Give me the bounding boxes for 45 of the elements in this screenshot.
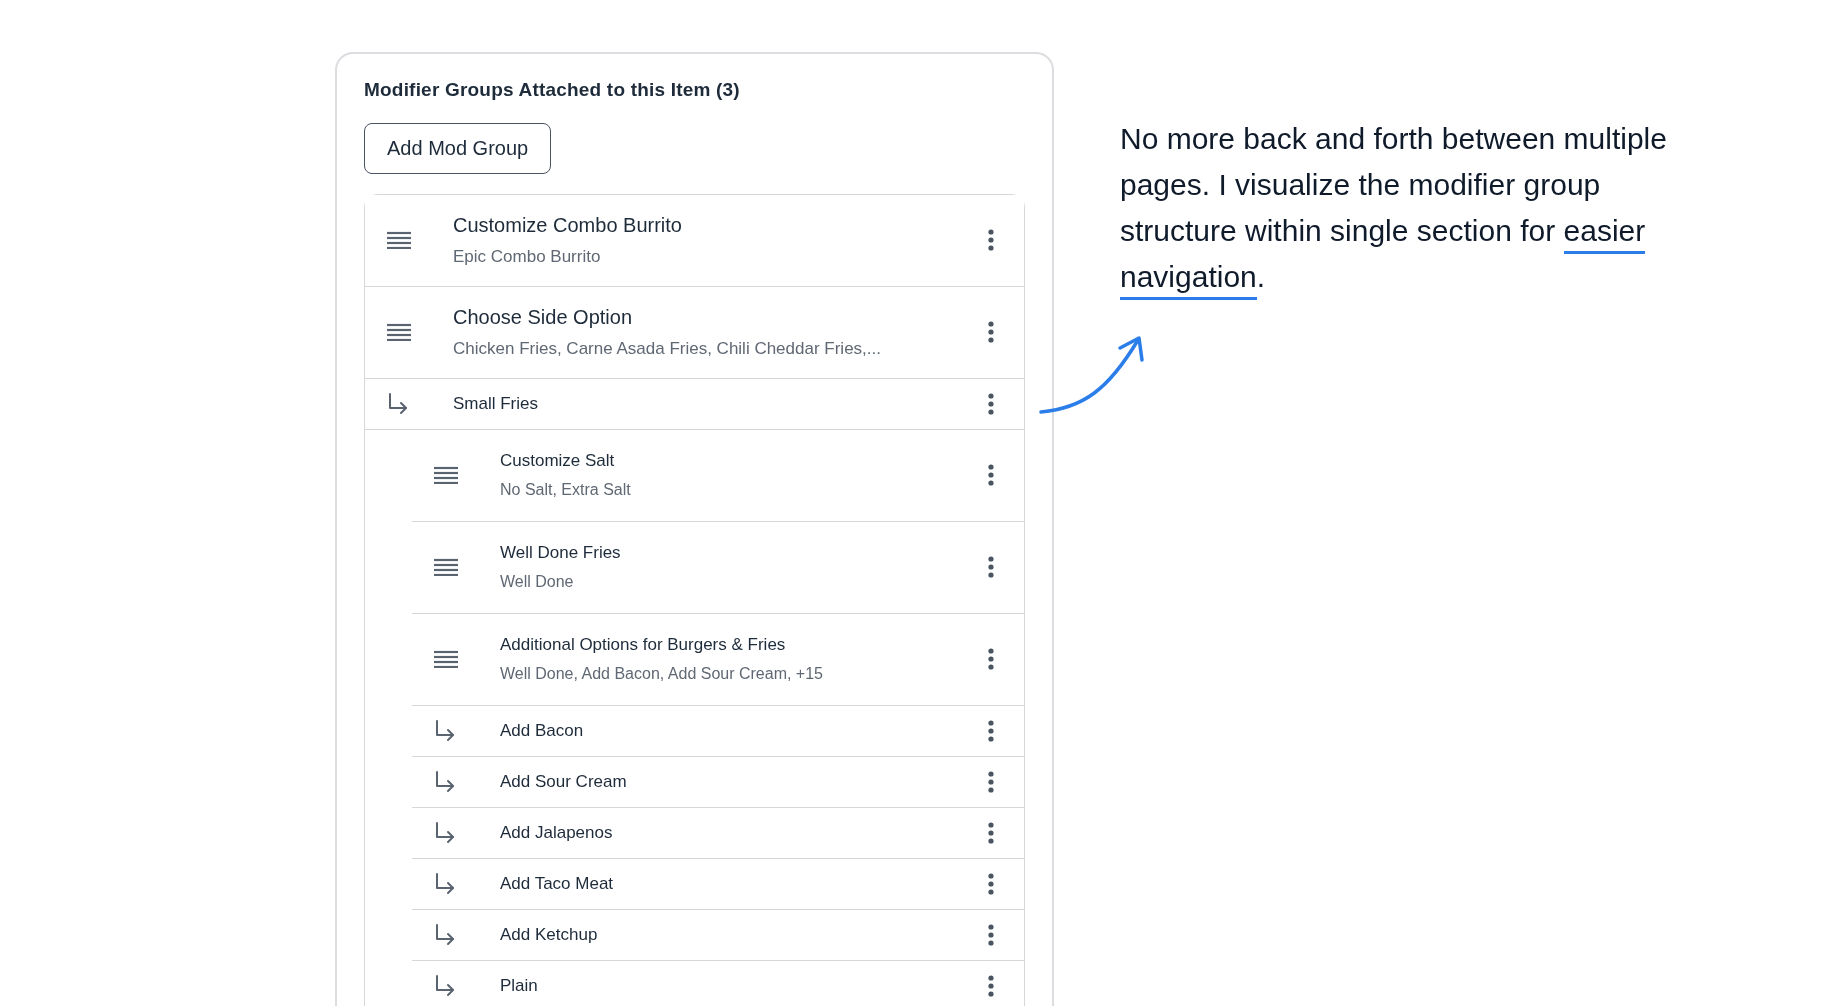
sub-item-arrow-icon: [434, 719, 456, 742]
sub-item-arrow-icon: [434, 872, 456, 895]
drag-handle-icon[interactable]: [434, 558, 458, 576]
group-name: Choose Side Option: [453, 305, 633, 331]
drag-handle-icon[interactable]: [387, 323, 411, 341]
option-name: Plain: [500, 974, 539, 997]
more-options-icon[interactable]: [988, 648, 994, 670]
more-options-icon[interactable]: [988, 464, 994, 486]
drag-handle-icon[interactable]: [434, 466, 458, 484]
group-options-summary: Well Done: [500, 571, 575, 592]
sub-item-arrow-icon: [434, 770, 456, 793]
group-options-summary: Epic Combo Burrito: [453, 246, 602, 269]
modifier-group-row[interactable]: Customize Combo Burrito Epic Combo Burrito: [365, 194, 1024, 287]
more-options-icon[interactable]: [988, 872, 994, 895]
option-name: Small Fries: [453, 392, 539, 415]
more-options-icon[interactable]: [988, 719, 994, 742]
more-options-icon[interactable]: [988, 923, 994, 946]
more-options-icon[interactable]: [988, 974, 994, 997]
more-options-icon[interactable]: [988, 770, 994, 793]
sub-item-arrow-icon: [434, 923, 456, 946]
add-mod-group-button[interactable]: Add Mod Group: [364, 122, 552, 174]
option-name: Add Sour Cream: [500, 770, 628, 793]
more-options-icon[interactable]: [988, 321, 994, 343]
annotation-text: No more back and forth between multiple pages. I visualize the modifier group structure within single section for easier navigation.: [1120, 116, 1680, 300]
sub-item-arrow-icon: [434, 974, 456, 997]
more-options-icon[interactable]: [988, 556, 994, 578]
panel-title: Modifier Groups Attached to this Item (3): [364, 78, 741, 102]
option-name: Add Bacon: [500, 719, 585, 742]
sub-item-arrow-icon: [387, 392, 409, 415]
sub-item-arrow-icon: [434, 821, 456, 844]
more-options-icon[interactable]: [988, 392, 994, 415]
group-name: Customize Salt: [500, 450, 616, 473]
group-name: Customize Combo Burrito: [453, 213, 683, 239]
group-name: Well Done Fries: [500, 542, 622, 565]
option-name: Add Ketchup: [500, 923, 599, 946]
drag-handle-icon[interactable]: [434, 650, 458, 668]
group-options-summary: No Salt, Extra Salt: [500, 479, 632, 500]
option-name: Add Jalapenos: [500, 821, 614, 844]
more-options-icon[interactable]: [988, 821, 994, 844]
drag-handle-icon[interactable]: [387, 231, 411, 249]
group-name: Additional Options for Burgers & Fries: [500, 634, 787, 657]
group-options-summary: Well Done, Add Bacon, Add Sour Cream, +15: [500, 663, 824, 684]
option-name: Add Taco Meat: [500, 872, 615, 895]
more-options-icon[interactable]: [988, 229, 994, 251]
group-options-summary: Chicken Fries, Carne Asada Fries, Chili Cheddar Fries,...: [453, 338, 882, 361]
